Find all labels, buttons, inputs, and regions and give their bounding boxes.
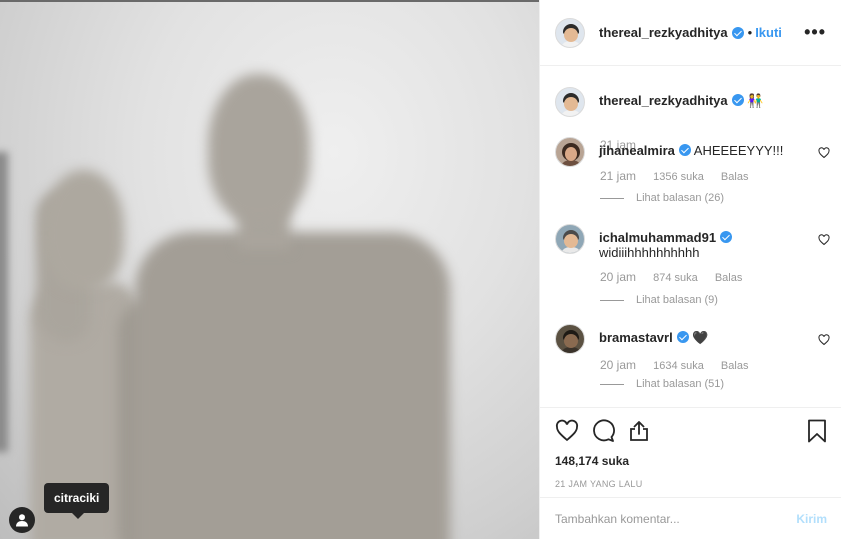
verified-badge-icon [731, 94, 744, 106]
header-username[interactable]: thereal_rezkyadhitya [599, 25, 728, 40]
header-user-info: thereal_rezkyadhitya • Ikuti [599, 25, 782, 40]
post-header: thereal_rezkyadhitya • Ikuti ••• [540, 0, 841, 66]
post-photo[interactable]: citraciki [0, 0, 539, 539]
likes-count[interactable]: 148,174 suka [555, 454, 827, 468]
separator-dot: • [747, 25, 753, 40]
comment-likes[interactable]: 1634 suka [653, 360, 704, 372]
heart-icon[interactable] [818, 334, 830, 346]
tagged-username[interactable]: citraciki [54, 491, 99, 505]
verified-badge-icon [678, 144, 691, 156]
verified-badge-icon [720, 231, 733, 243]
comment-username[interactable]: bramastavrl [599, 330, 673, 345]
view-replies-label: Lihat balasan (9) [636, 294, 718, 306]
user-tag-popup[interactable]: citraciki [44, 483, 110, 519]
comment-likes[interactable]: 874 suka [653, 272, 698, 284]
post-actions: 148,174 suka 21 JAM YANG LALU [540, 407, 841, 489]
comment-icon[interactable] [591, 419, 615, 443]
avatar[interactable] [555, 137, 585, 167]
comment-likes[interactable]: 1356 suka [653, 171, 704, 183]
avatar[interactable] [555, 324, 585, 354]
comment-text: widiiihhhhhhhhhh [599, 245, 700, 260]
comment-item: bramastavrl 🖤 20 jam 1634 suka Balas Lih… [555, 324, 830, 390]
post-timestamp[interactable]: 21 JAM YANG LALU [555, 479, 827, 489]
add-comment-bar: Kirim [540, 497, 841, 539]
view-replies-label: Lihat balasan (26) [636, 192, 725, 204]
reply-button[interactable]: Balas [721, 360, 749, 372]
avatar[interactable] [555, 87, 585, 117]
view-replies-button[interactable]: Lihat balasan (9) [600, 294, 718, 306]
comment-text: AHEEEEYYY!!! [693, 143, 784, 158]
verified-badge-icon [731, 26, 744, 39]
post-dialog: citraciki thereal_rezkyadhitya • Ikuti •… [0, 0, 841, 539]
caption-text: 👫 [747, 93, 764, 108]
comment-item: ichalmuhammad91 widiiihhhhhhhhhh 20 jam … [555, 224, 830, 306]
comment-time[interactable]: 21 jam [600, 169, 636, 183]
user-icon [16, 514, 28, 527]
comments-list[interactable]: thereal_rezkyadhitya 👫 21 jam jihanealmi… [540, 67, 841, 407]
heart-icon[interactable] [555, 419, 579, 443]
replies-divider [600, 197, 624, 199]
view-replies-button[interactable]: Lihat balasan (51) [600, 378, 724, 390]
more-icon[interactable]: ••• [804, 22, 826, 43]
send-comment-button[interactable]: Kirim [796, 512, 827, 526]
caption: thereal_rezkyadhitya 👫 21 jam [555, 87, 764, 152]
side-panel: thereal_rezkyadhitya • Ikuti ••• thereal… [539, 0, 841, 539]
view-replies-label: Lihat balasan (51) [636, 378, 725, 390]
avatar[interactable] [555, 224, 585, 254]
heart-icon[interactable] [818, 234, 830, 246]
bookmark-icon[interactable] [807, 419, 827, 443]
reply-button[interactable]: Balas [715, 272, 743, 284]
avatar[interactable] [555, 17, 585, 48]
replies-divider [600, 383, 624, 385]
heart-icon[interactable] [818, 147, 830, 159]
follow-button[interactable]: Ikuti [755, 25, 782, 40]
comment-item: jihanealmira AHEEEEYYY!!! 21 jam 1356 su… [555, 137, 830, 204]
comment-time[interactable]: 20 jam [600, 358, 636, 372]
comment-username[interactable]: ichalmuhammad91 [599, 230, 716, 245]
share-icon[interactable] [627, 419, 651, 443]
view-replies-button[interactable]: Lihat balasan (26) [600, 192, 724, 204]
comment-time[interactable]: 20 jam [600, 270, 636, 284]
verified-badge-icon [676, 331, 689, 343]
replies-divider [600, 299, 624, 301]
caption-username[interactable]: thereal_rezkyadhitya [599, 93, 728, 108]
reply-button[interactable]: Balas [721, 171, 749, 183]
comment-input[interactable] [555, 511, 797, 526]
comment-username[interactable]: jihanealmira [599, 143, 675, 158]
comment-text: 🖤 [692, 330, 709, 345]
user-tags-button[interactable] [9, 507, 35, 533]
